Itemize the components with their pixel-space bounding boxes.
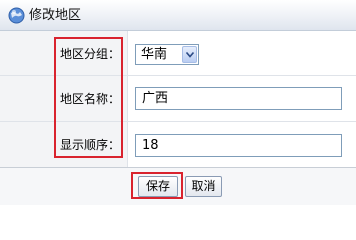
region-group-select[interactable]: 华南 [135,44,199,65]
display-order-input[interactable]: 18 [135,134,342,157]
title-bar: 修改地区 [0,0,356,31]
labels-highlight-box [54,37,123,158]
cancel-button[interactable]: 取消 [185,176,222,197]
save-highlight-box [131,172,183,199]
region-name-input[interactable]: 广西 [135,87,342,110]
chevron-down-icon[interactable] [182,46,197,63]
page-title: 修改地区 [29,8,82,23]
globe-icon [8,7,25,24]
region-group-selected: 华南 [141,47,168,62]
